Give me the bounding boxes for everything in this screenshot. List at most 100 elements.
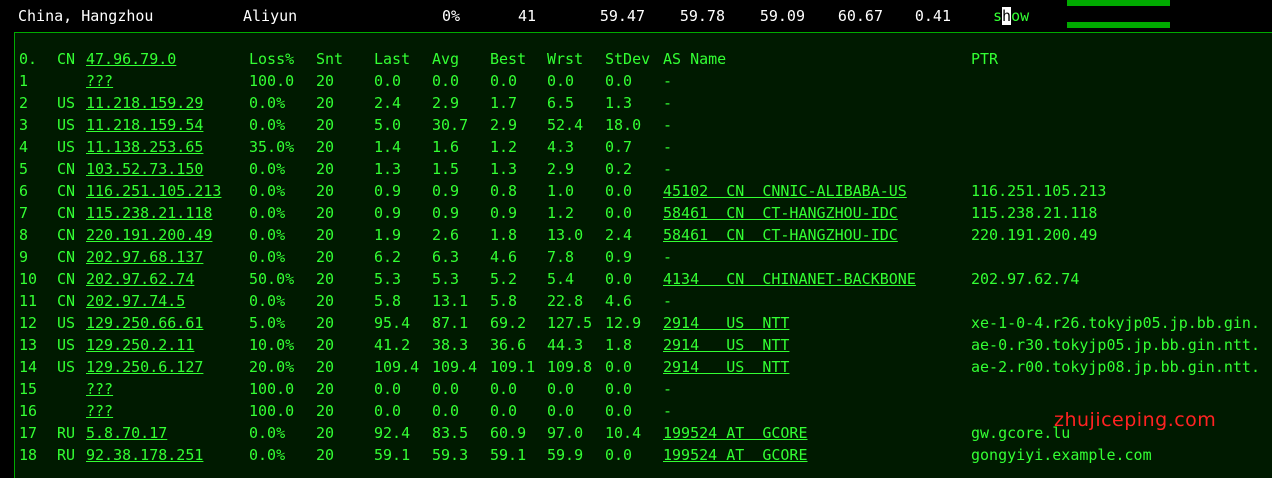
- cell-host[interactable]: 11.218.159.29: [86, 92, 203, 114]
- cell-host[interactable]: 129.250.2.11: [86, 334, 194, 356]
- watermark: zhujiceping.com: [1054, 409, 1217, 431]
- cell-best: 2.9: [490, 116, 518, 134]
- cell-wrst: 22.8: [547, 292, 584, 310]
- cell-as[interactable]: 2914 US NTT: [663, 356, 789, 378]
- cell-as[interactable]: 199524 AT GCORE: [663, 444, 808, 466]
- cell-avg: 0.0: [432, 380, 460, 398]
- cell-best: 1.2: [490, 138, 518, 156]
- summary-snt: 41: [517, 7, 536, 25]
- cell-ptr: 115.238.21.118: [971, 204, 1098, 222]
- cell-stdev: 0.0: [605, 446, 633, 464]
- cell-as[interactable]: 45102 CN CNNIC-ALIBABA-US: [663, 180, 907, 202]
- cell-cc: US: [57, 314, 76, 332]
- cell-host[interactable]: 202.97.74.5: [86, 290, 185, 312]
- cell-host[interactable]: 5.8.70.17: [86, 422, 167, 444]
- table-row: 15??? 100.0 20 0.0 0.0 0.0 0.0 0.0 -: [15, 378, 1272, 400]
- cell-best: 36.6: [490, 336, 527, 354]
- header-best: Best: [490, 50, 527, 68]
- cell-host[interactable]: 202.97.68.137: [86, 246, 203, 268]
- cell-best: 69.2: [490, 314, 527, 332]
- cell-cc: US: [57, 336, 76, 354]
- header-loss: Loss%: [249, 50, 295, 68]
- cell-host[interactable]: 92.38.178.251: [86, 444, 203, 466]
- cell-hop: 8: [19, 226, 29, 244]
- cell-snt: 20: [316, 402, 335, 420]
- cell-host[interactable]: ???: [86, 70, 113, 92]
- cell-loss: 0.0%: [249, 446, 286, 464]
- summary-loss: 0%: [441, 7, 460, 25]
- cell-snt: 20: [316, 248, 335, 266]
- cell-loss: 100.0: [249, 402, 295, 420]
- table-row: 13 US 129.250.2.11 10.0% 20 41.2 38.3 36.6 44.3 1…: [15, 334, 1272, 356]
- cell-best: 4.6: [490, 248, 518, 266]
- cell-host[interactable]: 103.52.73.150: [86, 158, 203, 180]
- cell-loss: 10.0%: [249, 336, 295, 354]
- cell-ptr: gongyiyi.example.com: [971, 446, 1152, 464]
- cell-host[interactable]: 220.191.200.49: [86, 224, 212, 246]
- cell-wrst: 1.2: [547, 204, 575, 222]
- cell-avg: 59.3: [432, 446, 469, 464]
- cell-wrst: 4.3: [547, 138, 575, 156]
- header-as: AS Name: [663, 50, 727, 68]
- cell-stdev: 12.9: [605, 314, 642, 332]
- cell-loss: 0.0%: [249, 182, 286, 200]
- cell-last: 5.8: [374, 292, 402, 310]
- cell-best: 109.1: [490, 358, 536, 376]
- cell-stdev: 0.0: [605, 204, 633, 222]
- cell-best: 1.3: [490, 160, 518, 178]
- cell-wrst: 109.8: [547, 358, 593, 376]
- cell-host[interactable]: 11.218.159.54: [86, 114, 203, 136]
- cell-loss: 5.0%: [249, 314, 286, 332]
- cell-host[interactable]: 11.138.253.65: [86, 136, 203, 158]
- cell-wrst: 0.0: [547, 72, 575, 90]
- cell-hop: 10: [19, 270, 38, 288]
- cell-as[interactable]: 58461 CN CT-HANGZHOU-IDC: [663, 202, 898, 224]
- cell-last: 6.2: [374, 248, 402, 266]
- cell-as: -: [663, 292, 673, 310]
- cell-hop: 6: [19, 182, 29, 200]
- cell-last: 0.9: [374, 204, 402, 222]
- cell-snt: 20: [316, 336, 335, 354]
- table-row: 8 CN 220.191.200.49 0.0% 20 1.9 2.6 1.8 13.0 2.4 5…: [15, 224, 1272, 246]
- cell-best: 1.8: [490, 226, 518, 244]
- table-row: 4 US 11.138.253.65 35.0% 20 1.4 1.6 1.2 4.3 0.7 -: [15, 136, 1272, 158]
- header-host[interactable]: 47.96.79.0: [86, 48, 176, 70]
- cell-as[interactable]: 2914 US NTT: [663, 334, 789, 356]
- cell-hop: 17: [19, 424, 38, 442]
- cell-best: 1.7: [490, 94, 518, 112]
- cell-as[interactable]: 199524 AT GCORE: [663, 422, 808, 444]
- cell-cc: RU: [57, 424, 76, 442]
- cell-last: 109.4: [374, 358, 420, 376]
- cell-hop: 11: [19, 292, 38, 310]
- cell-cc: US: [57, 94, 76, 112]
- cell-last: 0.0: [374, 72, 402, 90]
- cell-avg: 38.3: [432, 336, 469, 354]
- cell-host[interactable]: ???: [86, 378, 113, 400]
- cell-snt: 20: [316, 358, 335, 376]
- cell-avg: 2.9: [432, 94, 460, 112]
- cell-as[interactable]: 4134 CN CHINANET-BACKBONE: [663, 268, 916, 290]
- cell-last: 5.0: [374, 116, 402, 134]
- cell-host[interactable]: 202.97.62.74: [86, 268, 194, 290]
- cell-host[interactable]: 129.250.6.127: [86, 356, 203, 378]
- cell-as[interactable]: 58461 CN CT-HANGZHOU-IDC: [663, 224, 898, 246]
- cell-hop: 4: [19, 138, 29, 156]
- cell-stdev: 0.9: [605, 248, 633, 266]
- cell-wrst: 0.0: [547, 380, 575, 398]
- cell-host[interactable]: 115.238.21.118: [86, 202, 212, 224]
- table-row: 5 CN 103.52.73.150 0.0% 20 1.3 1.5 1.3 2.9 0.2 -: [15, 158, 1272, 180]
- cell-host[interactable]: 116.251.105.213: [86, 180, 221, 202]
- show-link[interactable]: show: [993, 7, 1029, 25]
- cell-stdev: 4.6: [605, 292, 633, 310]
- progress-bar-bottom: [1067, 22, 1170, 28]
- cell-last: 0.0: [374, 402, 402, 420]
- cell-host[interactable]: 129.250.66.61: [86, 312, 203, 334]
- cell-ptr: 116.251.105.213: [971, 182, 1107, 200]
- header-wrst: Wrst: [547, 50, 584, 68]
- cell-snt: 20: [316, 94, 335, 112]
- cell-wrst: 1.0: [547, 182, 575, 200]
- cell-stdev: 0.0: [605, 402, 633, 420]
- cell-as[interactable]: 2914 US NTT: [663, 312, 789, 334]
- cell-host[interactable]: ???: [86, 400, 113, 422]
- cell-as: -: [663, 94, 673, 112]
